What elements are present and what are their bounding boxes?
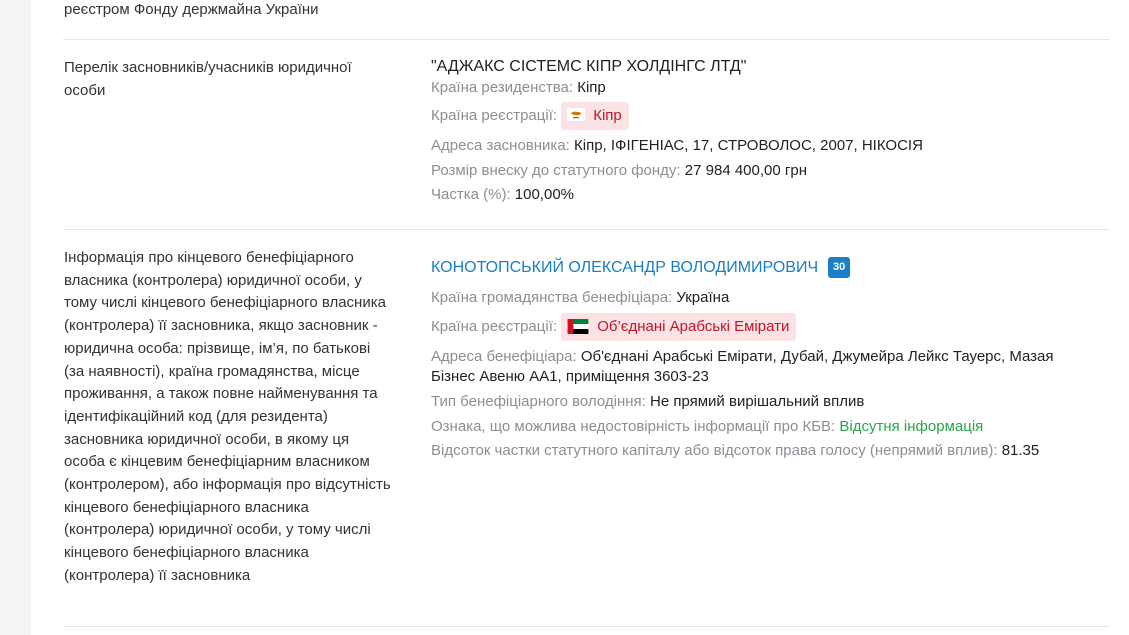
beneficiary-percent: Відсоток частки статутного капіталу або … bbox=[431, 441, 1039, 461]
ownership-type-value: Не прямий вирішальний вплив bbox=[649, 393, 865, 410]
uae-flag-icon bbox=[567, 319, 589, 335]
address-value: Кіпр, ІФІГЕНІАС, 17, СТРОВОЛОС, 2007, НІ… bbox=[574, 137, 923, 154]
content-panel: реєстром Фонду держмайна України Перелік… bbox=[31, 0, 1129, 635]
country-tag-cyprus[interactable]: Кіпр bbox=[561, 102, 629, 131]
row-divider bbox=[63, 626, 1110, 627]
beneficiary-registration: Країна реєстрації: Об’єднані Арабські Ем… bbox=[431, 313, 797, 342]
ownership-type-label: Тип бенефіціарного володіння: bbox=[431, 393, 646, 410]
address-label: Адреса бенефіціара: bbox=[431, 348, 577, 365]
beneficiary-citizenship: Країна громадянства бенефіціара: Україна bbox=[431, 288, 729, 308]
percent-value: 81.35 bbox=[1001, 442, 1040, 459]
country-tag-uae[interactable]: Об’єднані Арабські Емірати bbox=[561, 313, 797, 342]
founder-address: Адреса засновника: Кіпр, ІФІГЕНІАС, 17, … bbox=[431, 136, 923, 156]
residence-label: Країна резиденства: bbox=[431, 79, 574, 96]
beneficiary-address: Адреса бенефіціара: Об'єднані Арабські Е… bbox=[431, 347, 1101, 387]
founder-capital: Розмір внеску до статутного фонду: 27 98… bbox=[431, 161, 807, 181]
founders-value: "АДЖАКС СІСТЕМС КІПР ХОЛДІНГС ЛТД" Країн… bbox=[431, 58, 1111, 218]
registration-country: Кіпр bbox=[593, 107, 622, 125]
row-divider bbox=[63, 229, 1110, 230]
capital-label: Розмір внеску до статутного фонду: bbox=[431, 162, 681, 179]
beneficiary-count-badge[interactable]: 30 bbox=[828, 257, 851, 278]
citizenship-value: Україна bbox=[676, 289, 730, 306]
founder-registration: Країна реєстрації: Кіпр bbox=[431, 102, 629, 131]
registration-label: Країна реєстрації: bbox=[431, 107, 558, 124]
percent-label: Відсоток частки статутного капіталу або … bbox=[431, 442, 998, 459]
address-label: Адреса засновника: bbox=[431, 137, 570, 154]
share-label: Частка (%): bbox=[431, 186, 511, 203]
founders-label: Перелік засновників/учасників юридичної … bbox=[64, 59, 352, 99]
founder-company-name: "АДЖАКС СІСТЕМС КІПР ХОЛДІНГС ЛТД" bbox=[431, 58, 747, 75]
beneficiary-name-link[interactable]: КОНОТОПСЬКИЙ ОЛЕКСАНДР ВОЛОДИМИРОВИЧ 30 bbox=[431, 257, 851, 278]
beneficiary-ownership-type: Тип бенефіціарного володіння: Не прямий … bbox=[431, 392, 864, 412]
founder-share: Частка (%): 100,00% bbox=[431, 185, 574, 205]
registration-country: Об’єднані Арабські Емірати bbox=[597, 318, 790, 336]
capital-value: 27 984 400,00 грн bbox=[684, 162, 807, 179]
residence-value: Кіпр bbox=[577, 79, 606, 96]
inaccuracy-value: Відсутня інформація bbox=[839, 418, 984, 435]
founder-residence: Країна резиденства: Кіпр bbox=[431, 78, 606, 98]
registration-label: Країна реєстрації: bbox=[431, 318, 558, 335]
beneficiary-name[interactable]: КОНОТОПСЬКИЙ ОЛЕКСАНДР ВОЛОДИМИРОВИЧ bbox=[431, 259, 818, 276]
cyprus-flag-icon bbox=[567, 108, 586, 122]
share-value: 100,00% bbox=[514, 186, 574, 203]
beneficiary-label: Інформація про кінцевого бенефіціарного … bbox=[64, 249, 391, 584]
citizenship-label: Країна громадянства бенефіціара: bbox=[431, 289, 673, 306]
previous-row-value-tail: реєстром Фонду держмайна України bbox=[64, 1, 319, 18]
beneficiary-value: КОНОТОПСЬКИЙ ОЛЕКСАНДР ВОЛОДИМИРОВИЧ 30 К… bbox=[431, 255, 1111, 475]
inaccuracy-label: Ознака, що можлива недостовірність інфор… bbox=[431, 418, 836, 435]
row-divider bbox=[63, 39, 1110, 40]
beneficiary-inaccuracy: Ознака, що можлива недостовірність інфор… bbox=[431, 417, 983, 437]
